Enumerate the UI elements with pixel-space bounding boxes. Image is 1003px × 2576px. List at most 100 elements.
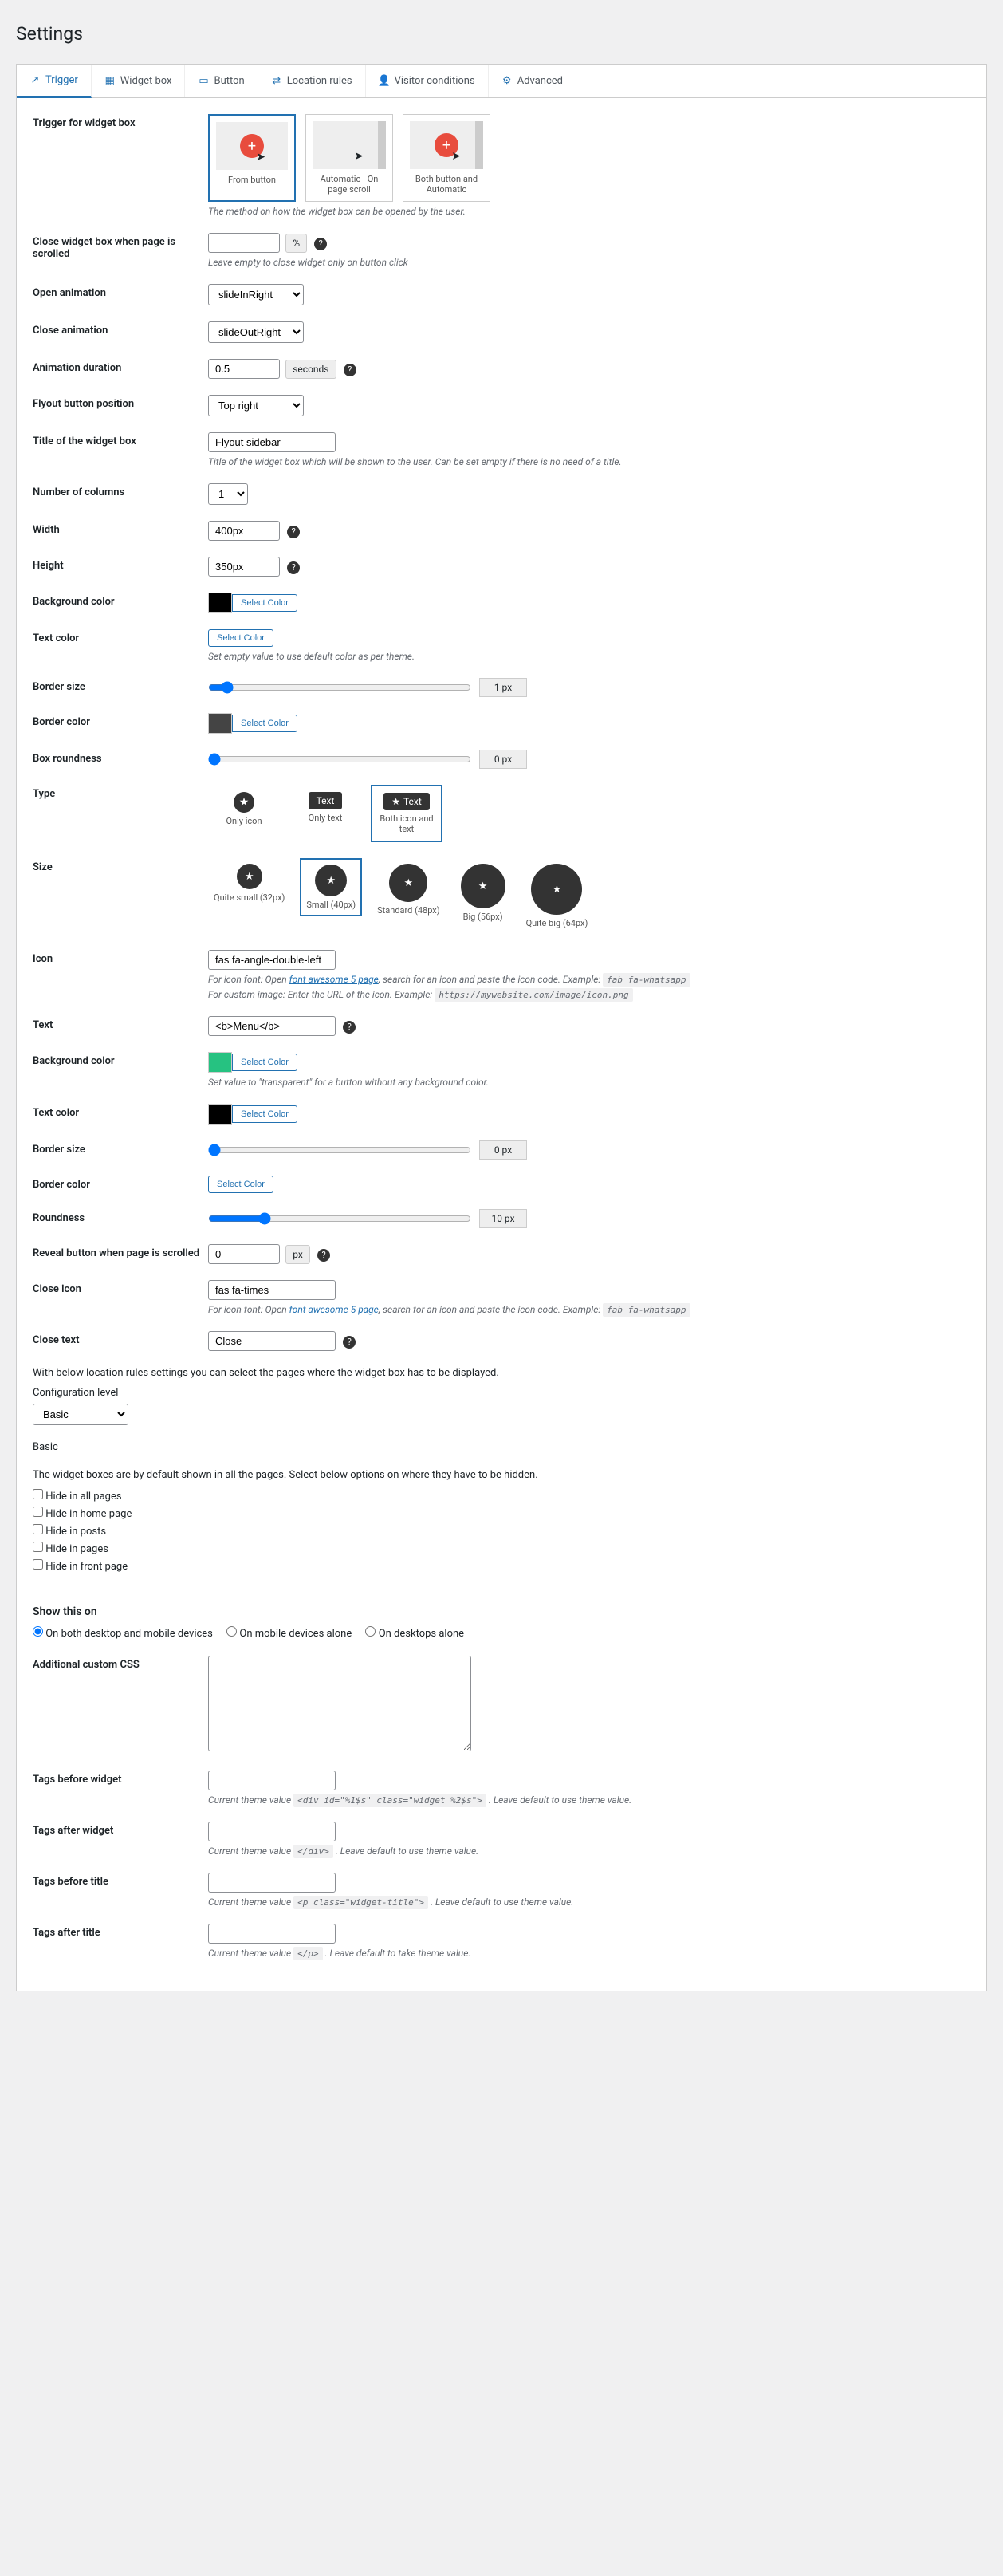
show-desktop[interactable]: On desktops alone — [365, 1628, 464, 1640]
border-color-label: Border color — [33, 713, 208, 728]
tags-after-title-desc: Current theme value </p> . Leave default… — [208, 1948, 970, 1959]
roundness-label: Box roundness — [33, 750, 208, 765]
settings-panel: Trigger for widget box +➤ From button ➤ … — [16, 98, 987, 1991]
custom-css-textarea[interactable] — [208, 1656, 471, 1751]
close-scroll-label: Close widget box when page is scrolled — [33, 233, 208, 260]
help-icon[interactable]: ? — [344, 364, 356, 376]
width-input[interactable] — [208, 521, 280, 541]
anim-duration-label: Animation duration — [33, 359, 208, 374]
size-56[interactable]: ★Big (56px) — [455, 858, 511, 928]
bg-color-label: Background color — [33, 593, 208, 608]
close-icon-desc: For icon font: Open font awesome 5 page,… — [208, 1304, 970, 1315]
width-label: Width — [33, 521, 208, 536]
trigger-desc: The method on how the widget box can be … — [208, 206, 970, 217]
location-intro: With below location rules settings you c… — [33, 1367, 970, 1379]
tab-location-rules[interactable]: ⇄Location rules — [258, 65, 366, 97]
type-both[interactable]: ★Text Both icon and text — [371, 785, 442, 842]
btn-border-color-btn[interactable]: Select Color — [208, 1176, 273, 1193]
star-icon: ★ — [315, 865, 347, 896]
tab-advanced[interactable]: ⚙Advanced — [489, 65, 576, 97]
hide-pages[interactable]: Hide in pages — [33, 1542, 970, 1555]
reveal-suffix: px — [285, 1245, 310, 1264]
btn-text-color-btn[interactable]: Select Color — [232, 1105, 297, 1123]
hide-all-pages[interactable]: Hide in all pages — [33, 1489, 970, 1503]
tags-before-title-input[interactable] — [208, 1873, 336, 1893]
anim-duration-input[interactable] — [208, 359, 280, 379]
btn-bg-btn[interactable]: Select Color — [232, 1054, 297, 1071]
config-level-label: Configuration level — [33, 1387, 970, 1399]
open-anim-select[interactable]: slideInRight — [208, 284, 304, 305]
btn-text-color-label: Text color — [33, 1104, 208, 1119]
close-anim-label: Close animation — [33, 321, 208, 337]
fa-link[interactable]: font awesome 5 page — [289, 1304, 379, 1315]
flyout-pos-label: Flyout button position — [33, 395, 208, 410]
help-icon[interactable]: ? — [343, 1336, 356, 1349]
columns-select[interactable]: 1 — [208, 483, 248, 505]
box-title-input[interactable] — [208, 432, 336, 452]
btn-text-input[interactable] — [208, 1016, 336, 1036]
close-anim-select[interactable]: slideOutRight — [208, 321, 304, 343]
btn-border-size-slider[interactable] — [208, 1144, 471, 1156]
btn-border-size-label: Border size — [33, 1140, 208, 1156]
tab-button[interactable]: ▭Button — [185, 65, 258, 97]
bg-color-swatch[interactable] — [208, 593, 232, 613]
tags-before-widget-input[interactable] — [208, 1771, 336, 1790]
border-color-swatch[interactable] — [208, 713, 232, 734]
size-40[interactable]: ★Small (40px) — [300, 858, 362, 916]
config-level-select[interactable]: Basic — [33, 1404, 128, 1425]
help-icon[interactable]: ? — [317, 1249, 330, 1262]
hide-home-page[interactable]: Hide in home page — [33, 1507, 970, 1520]
star-icon: ★ — [461, 864, 505, 908]
tags-after-title-label: Tags after title — [33, 1924, 208, 1939]
btn-bg-swatch[interactable] — [208, 1052, 232, 1073]
btn-roundness-slider[interactable] — [208, 1212, 471, 1225]
size-32[interactable]: ★Quite small (32px) — [208, 858, 290, 908]
help-icon[interactable]: ? — [314, 238, 327, 250]
border-size-slider[interactable] — [208, 681, 471, 694]
show-both[interactable]: On both desktop and mobile devices — [33, 1628, 213, 1640]
tags-after-widget-input[interactable] — [208, 1822, 336, 1841]
basic-desc: The widget boxes are by default shown in… — [33, 1469, 970, 1481]
star-icon: ★ — [237, 864, 262, 889]
close-scroll-input[interactable] — [208, 233, 280, 253]
btn-border-size-value: 0 px — [479, 1140, 527, 1160]
roundness-value: 0 px — [479, 750, 527, 769]
trigger-option-automatic[interactable]: ➤ Automatic - On page scroll — [305, 114, 393, 202]
btn-text-color-swatch[interactable] — [208, 1104, 232, 1125]
icon-input[interactable] — [208, 950, 336, 970]
trigger-option-from-button[interactable]: +➤ From button — [208, 114, 296, 202]
trigger-option-both[interactable]: +➤ Both button and Automatic — [403, 114, 490, 202]
help-icon[interactable]: ? — [343, 1021, 356, 1034]
roundness-slider[interactable] — [208, 753, 471, 766]
tab-trigger[interactable]: ↗Trigger — [17, 65, 92, 98]
help-icon[interactable]: ? — [287, 526, 300, 538]
bg-color-btn[interactable]: Select Color — [232, 594, 297, 612]
btn-text-label: Text — [33, 1016, 208, 1031]
text-color-label: Text color — [33, 629, 208, 644]
reveal-input[interactable] — [208, 1244, 280, 1264]
btn-border-color-label: Border color — [33, 1176, 208, 1191]
star-icon: ★ — [389, 864, 427, 902]
size-48[interactable]: ★Standard (48px) — [372, 858, 445, 921]
tags-after-title-input[interactable] — [208, 1924, 336, 1944]
size-64[interactable]: ★Quite big (64px) — [521, 858, 594, 934]
hide-posts[interactable]: Hide in posts — [33, 1524, 970, 1538]
height-input[interactable] — [208, 557, 280, 577]
tab-visitor-conditions[interactable]: 👤Visitor conditions — [366, 65, 489, 97]
flyout-pos-select[interactable]: Top right — [208, 395, 304, 416]
hide-front-page[interactable]: Hide in front page — [33, 1559, 970, 1573]
tags-before-title-label: Tags before title — [33, 1873, 208, 1888]
fa-link[interactable]: font awesome 5 page — [289, 974, 379, 985]
help-icon[interactable]: ? — [287, 561, 300, 574]
show-mobile[interactable]: On mobile devices alone — [226, 1628, 352, 1640]
close-text-input[interactable] — [208, 1331, 336, 1351]
type-only-icon[interactable]: ★ Only icon — [208, 785, 280, 833]
tab-widget-box[interactable]: ▦Widget box — [92, 65, 186, 97]
trigger-label: Trigger for widget box — [33, 114, 208, 129]
type-only-text[interactable]: Text Only text — [289, 785, 361, 830]
border-color-btn[interactable]: Select Color — [232, 715, 297, 732]
text-color-btn[interactable]: Select Color — [208, 629, 273, 647]
tabs-nav: ↗Trigger ▦Widget box ▭Button ⇄Location r… — [16, 64, 987, 98]
close-scroll-desc: Leave empty to close widget only on butt… — [208, 257, 970, 268]
close-icon-input[interactable] — [208, 1280, 336, 1300]
